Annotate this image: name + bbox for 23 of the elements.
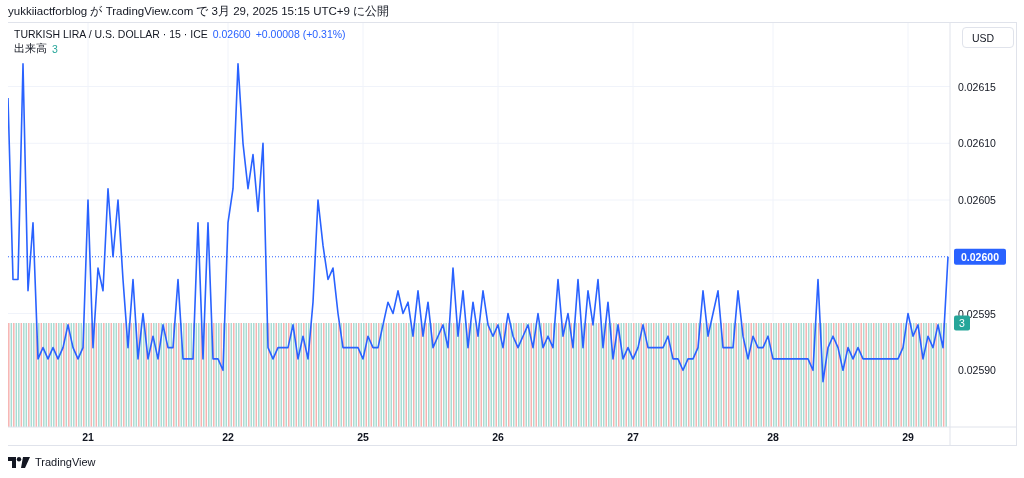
axis-label: 0.02615 <box>958 80 996 93</box>
symbol-title: TURKISH LIRA / U.S. DOLLAR · 15 · ICE <box>14 28 208 40</box>
publish-info: yukkiiactforblog が TradingView.com で 3月 29, 2025 15:15 UTC+9 に公開 <box>8 3 390 19</box>
axis-label: 21 <box>82 431 94 443</box>
last-price-label: 0.02600 <box>954 248 1006 265</box>
price-change: +0.00008 (+0.31%) <box>255 28 346 40</box>
logo-icon <box>8 456 30 468</box>
axis-label: 0.02590 <box>958 364 996 377</box>
brand-name: TradingView <box>35 456 96 468</box>
axis-label: 27 <box>627 431 639 443</box>
volume-label: 3 <box>954 315 970 331</box>
volume-value: 3 <box>52 43 58 55</box>
axis-label: 26 <box>492 431 504 443</box>
axis-label: 29 <box>902 431 914 443</box>
axis-label: 28 <box>767 431 779 443</box>
axis-label: 0.02605 <box>958 194 996 207</box>
axis-label: 0.02610 <box>958 137 996 150</box>
axis-label: 22 <box>222 431 234 443</box>
currency-button[interactable]: USD <box>962 27 1014 48</box>
last-price: 0.02600 <box>212 28 251 40</box>
volume-title: 出来高 <box>14 42 47 56</box>
ref-line-label: 0.02600 <box>961 250 1000 263</box>
axis-label: 25 <box>357 431 369 443</box>
